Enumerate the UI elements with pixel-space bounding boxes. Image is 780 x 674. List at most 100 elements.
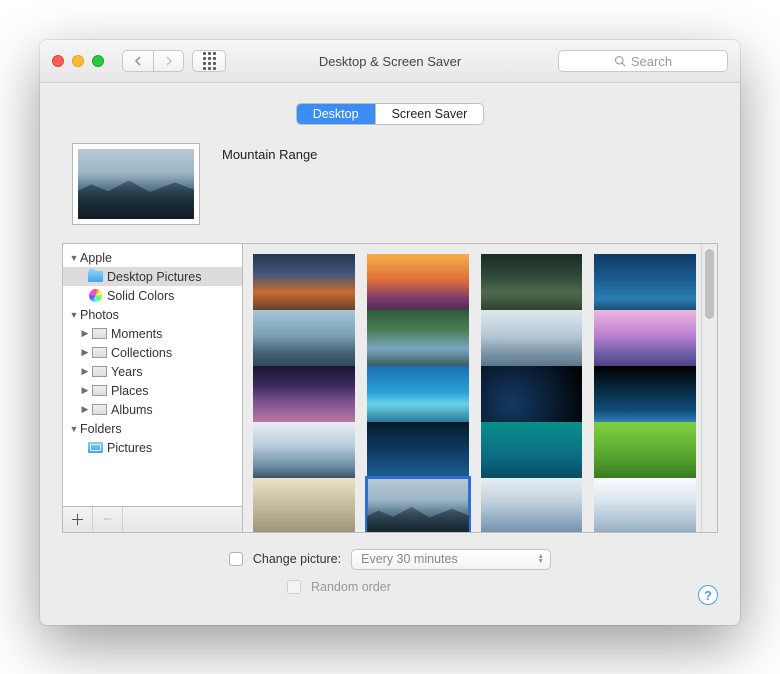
tree-label: Pictures: [107, 441, 152, 455]
tab-screensaver[interactable]: Screen Saver: [375, 104, 484, 124]
pictures-folder-icon: [87, 441, 103, 455]
disclosure-triangle-right-icon: ▶: [80, 348, 90, 358]
picker-panel: ▼ Apple Desktop Pictures Solid Colors: [62, 243, 718, 533]
show-all-button[interactable]: [192, 50, 226, 72]
disclosure-triangle-down-icon: ▼: [69, 310, 79, 320]
wallpaper-thumb[interactable]: [594, 478, 696, 532]
wallpaper-thumb[interactable]: [253, 366, 355, 430]
nav-segment: [122, 50, 184, 72]
tree-label: Albums: [111, 403, 153, 417]
thumbnail-grid: [243, 244, 701, 532]
library-icon: [91, 365, 107, 379]
wallpaper-thumb[interactable]: [594, 422, 696, 486]
tree-item-albums[interactable]: ▶ Albums: [63, 400, 242, 419]
folder-icon: [87, 270, 103, 284]
disclosure-triangle-right-icon: ▶: [80, 386, 90, 396]
tab-row: Desktop Screen Saver: [62, 103, 718, 125]
search-icon: [614, 55, 626, 67]
wallpaper-thumb[interactable]: [481, 366, 583, 430]
disclosure-triangle-right-icon: ▶: [80, 329, 90, 339]
interval-combobox[interactable]: Every 30 minutes ▲▼: [351, 549, 551, 570]
tree-label: Solid Colors: [107, 289, 174, 303]
grid-icon: [203, 52, 216, 70]
scroll-knob[interactable]: [705, 249, 714, 319]
random-order-checkbox: [287, 580, 301, 594]
wallpaper-thumb[interactable]: [481, 422, 583, 486]
source-tree: ▼ Apple Desktop Pictures Solid Colors: [63, 244, 243, 506]
tree-group-folders[interactable]: ▼ Folders: [63, 419, 242, 438]
tree-item-desktop-pictures[interactable]: Desktop Pictures: [63, 267, 242, 286]
wallpaper-name: Mountain Range: [222, 143, 317, 162]
sidebar: ▼ Apple Desktop Pictures Solid Colors: [63, 244, 243, 532]
tree-item-pictures[interactable]: Pictures: [63, 438, 242, 457]
wallpaper-preview-image: [78, 149, 194, 219]
minimize-button[interactable]: [72, 55, 84, 67]
bottom-controls: Change picture: Every 30 minutes ▲▼ Rand…: [62, 533, 718, 605]
wallpaper-thumb[interactable]: [481, 310, 583, 374]
wallpaper-thumb[interactable]: [594, 366, 696, 430]
tree-label: Moments: [111, 327, 162, 341]
wallpaper-thumb[interactable]: [253, 422, 355, 486]
change-picture-row: Change picture: Every 30 minutes ▲▼: [62, 547, 718, 571]
sidebar-toolbar: ＋ −: [63, 506, 243, 532]
wallpaper-thumb[interactable]: [253, 478, 355, 532]
wallpaper-thumb[interactable]: [367, 254, 469, 318]
library-icon: [91, 384, 107, 398]
search-placeholder: Search: [631, 54, 672, 69]
wallpaper-thumb[interactable]: [594, 310, 696, 374]
tree-label: Collections: [111, 346, 172, 360]
wallpaper-thumb[interactable]: [594, 254, 696, 318]
disclosure-triangle-down-icon: ▼: [69, 424, 79, 434]
random-order-row: Random order: [62, 575, 718, 599]
tree-label: Desktop Pictures: [107, 270, 201, 284]
zoom-button[interactable]: [92, 55, 104, 67]
add-folder-button[interactable]: ＋: [63, 507, 93, 532]
tree-label: Years: [111, 365, 143, 379]
tree-item-years[interactable]: ▶ Years: [63, 362, 242, 381]
tree-group-apple[interactable]: ▼ Apple: [63, 248, 242, 267]
library-icon: [91, 346, 107, 360]
color-wheel-icon: [87, 289, 103, 303]
library-icon: [91, 327, 107, 341]
window-controls: [52, 55, 104, 67]
tree-item-places[interactable]: ▶ Places: [63, 381, 242, 400]
tree-item-moments[interactable]: ▶ Moments: [63, 324, 242, 343]
preview-row: Mountain Range: [62, 143, 718, 243]
wallpaper-thumb[interactable]: [481, 254, 583, 318]
change-picture-checkbox[interactable]: [229, 552, 243, 566]
random-order-label: Random order: [311, 580, 391, 594]
disclosure-triangle-right-icon: ▶: [80, 367, 90, 377]
wallpaper-thumb-selected[interactable]: [367, 478, 469, 532]
tree-label: Apple: [80, 251, 112, 265]
forward-button[interactable]: [153, 51, 183, 71]
content-area: Desktop Screen Saver Mountain Range ▼ Ap…: [40, 83, 740, 625]
wallpaper-thumb[interactable]: [367, 310, 469, 374]
disclosure-triangle-right-icon: ▶: [80, 405, 90, 415]
close-button[interactable]: [52, 55, 64, 67]
tree-item-solid-colors[interactable]: Solid Colors: [63, 286, 242, 305]
wallpaper-preview: [72, 143, 200, 225]
wallpaper-thumb[interactable]: [253, 254, 355, 318]
back-button[interactable]: [123, 51, 153, 71]
scrollbar[interactable]: [701, 244, 717, 532]
wallpaper-thumb[interactable]: [481, 478, 583, 532]
toolbar-nav: [122, 50, 226, 72]
tree-label: Places: [111, 384, 149, 398]
updown-icon: ▲▼: [537, 554, 544, 564]
wallpaper-thumb[interactable]: [253, 310, 355, 374]
search-field[interactable]: Search: [558, 50, 728, 72]
tree-label: Folders: [80, 422, 122, 436]
wallpaper-thumb[interactable]: [367, 422, 469, 486]
preferences-window: Desktop & Screen Saver Search Desktop Sc…: [40, 40, 740, 625]
remove-folder-button[interactable]: −: [93, 507, 123, 532]
tab-desktop[interactable]: Desktop: [297, 104, 375, 124]
change-picture-label: Change picture:: [253, 552, 341, 566]
help-button[interactable]: ?: [698, 585, 718, 605]
interval-value: Every 30 minutes: [361, 552, 458, 566]
titlebar: Desktop & Screen Saver Search: [40, 40, 740, 83]
library-icon: [91, 403, 107, 417]
chevron-right-icon: [165, 56, 173, 66]
wallpaper-thumb[interactable]: [367, 366, 469, 430]
tree-item-collections[interactable]: ▶ Collections: [63, 343, 242, 362]
tree-group-photos[interactable]: ▼ Photos: [63, 305, 242, 324]
